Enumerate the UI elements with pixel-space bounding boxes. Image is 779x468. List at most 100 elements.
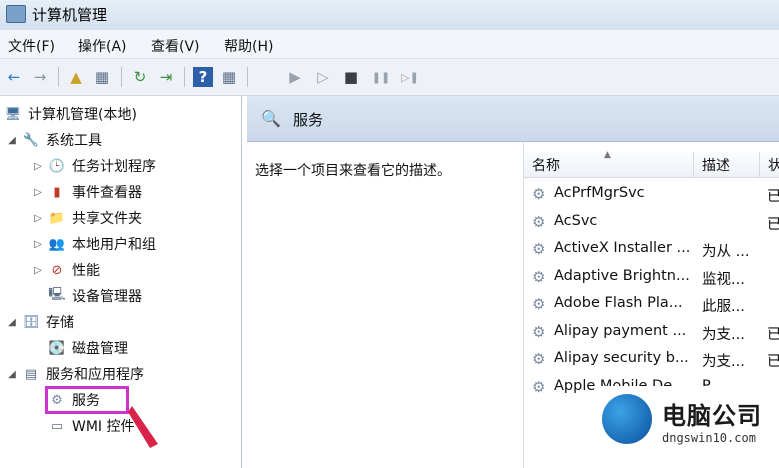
export-list-icon[interactable]: ⇥ (156, 67, 176, 87)
table-row[interactable]: ⚙ Adobe Flash Pla... 此服... (524, 290, 779, 317)
column-header-status[interactable]: 状 (760, 152, 779, 178)
title-bar: 计算机管理 (0, 0, 779, 30)
table-row[interactable]: ⚙ AcSvc 已 (524, 208, 779, 235)
search-icon: 🔍 (261, 109, 281, 128)
back-icon[interactable]: ← (4, 67, 24, 87)
tree-item-label: 服务和应用程序 (46, 367, 144, 383)
service-status: 已 (767, 189, 779, 205)
start-service-icon[interactable]: ▶ (285, 67, 305, 87)
event-viewer-icon: ▮ (53, 184, 61, 200)
table-row[interactable]: ⚙ Alipay security b... 为支... 已 (524, 345, 779, 372)
tree-item-root[interactable]: 🖥 计算机管理(本地) (4, 103, 137, 125)
storage-icon: 🗄 (22, 314, 40, 330)
gear-icon: ⚙ (532, 212, 546, 231)
menu-help[interactable]: 帮助(H) (224, 36, 273, 56)
tools-icon: 🔧 (22, 132, 40, 148)
tree-item-label: 事件查看器 (72, 185, 142, 201)
tree-item-event-viewer[interactable]: ▷ ▮ 事件查看器 (32, 181, 142, 203)
computer-management-icon (6, 5, 26, 23)
column-header-label: 描述 (702, 157, 730, 174)
watermark: 电脑公司 dngswin10.com (598, 386, 779, 468)
properties-icon[interactable]: ▦ (219, 67, 239, 87)
tree-item-label: WMI 控件 (72, 419, 135, 435)
stop-service-icon[interactable]: ■ (341, 67, 361, 87)
service-status: 已 (767, 326, 779, 343)
restart-service-icon[interactable]: ▷❚ (400, 67, 420, 87)
tree-item-label: 设备管理器 (72, 289, 142, 305)
toolbar-separator (58, 67, 59, 87)
forward-icon[interactable]: → (30, 67, 50, 87)
tree-item-system-tools[interactable]: ◢ 🔧 系统工具 (6, 129, 102, 151)
menu-action[interactable]: 操作(A) (78, 36, 127, 56)
column-header-label: 状 (768, 157, 779, 174)
collapsed-arrow-icon[interactable]: ▷ (32, 161, 44, 172)
toolbar-separator (247, 67, 248, 87)
start-service-alt-icon[interactable]: ▷ (313, 67, 333, 87)
tree-item-label: 系统工具 (46, 133, 102, 149)
services-apps-icon: ▤ (24, 366, 38, 382)
table-row[interactable]: ⚙ AcPrfMgrSvc 已 (524, 180, 779, 207)
toolbar-separator (184, 67, 185, 87)
table-row[interactable]: ⚙ Adaptive Brightn... 监视... (524, 263, 779, 290)
expanded-arrow-icon[interactable]: ◢ (6, 317, 18, 328)
column-header-label: 名称 (532, 157, 560, 174)
service-name: Alipay payment ... (554, 322, 687, 339)
up-folder-icon[interactable]: ▲ (66, 67, 86, 87)
service-description: 监视... (702, 271, 745, 288)
window-title: 计算机管理 (32, 6, 108, 24)
tree-item-storage[interactable]: ◢ 🗄 存储 (6, 311, 74, 333)
windows-logo-icon (602, 394, 652, 444)
tree-item-disk-management[interactable]: 💽 磁盘管理 (48, 337, 128, 359)
refresh-icon[interactable]: ↻ (130, 67, 150, 87)
pause-service-icon[interactable]: ❚❚ (371, 67, 391, 87)
menu-view[interactable]: 查看(V) (151, 36, 200, 56)
tree-item-task-scheduler[interactable]: ▷ 🕒 任务计划程序 (32, 155, 156, 177)
gear-icon: ⚙ (532, 185, 546, 203)
tree-item-performance[interactable]: ▷ ⊘ 性能 (32, 259, 100, 281)
expanded-arrow-icon[interactable]: ◢ (6, 369, 18, 380)
tree-item-label: 本地用户和组 (72, 237, 156, 253)
gear-icon: ⚙ (532, 240, 546, 258)
tree-item-services-apps[interactable]: ◢ ▤ 服务和应用程序 (6, 363, 144, 385)
menu-file[interactable]: 文件(F) (8, 36, 55, 56)
services-header: 🔍 服务 (247, 96, 779, 142)
tree-item-label: 共享文件夹 (72, 211, 142, 227)
computer-icon: 🖥 (4, 106, 22, 122)
menu-bar: 文件(F) 操作(A) 查看(V) 帮助(H) (0, 30, 779, 59)
column-header-description[interactable]: 描述 (694, 152, 760, 178)
collapsed-arrow-icon[interactable]: ▷ (32, 187, 44, 198)
help-icon[interactable]: ? (193, 67, 213, 87)
tree-item-wmi[interactable]: ▭ WMI 控件 (48, 415, 135, 437)
service-status: 已 (767, 216, 779, 233)
description-pane: 选择一个项目来查看它的描述。 (247, 142, 515, 468)
tree-item-label: 计算机管理(本地) (28, 107, 137, 123)
expanded-arrow-icon[interactable]: ◢ (6, 135, 18, 146)
collapsed-arrow-icon[interactable]: ▷ (32, 265, 44, 276)
tree-item-shared-folders[interactable]: ▷ 📁 共享文件夹 (32, 207, 142, 229)
service-description: 为支... (702, 326, 745, 343)
tree-item-device-manager[interactable]: 🖳 设备管理器 (48, 285, 142, 307)
gear-icon: ⚙ (532, 377, 546, 396)
collapsed-arrow-icon[interactable]: ▷ (32, 239, 44, 250)
table-row[interactable]: ⚙ Alipay payment ... 为支... 已 (524, 318, 779, 345)
service-description: 为从 ... (702, 244, 750, 260)
show-hide-tree-icon[interactable]: ▦ (92, 67, 112, 87)
tree-item-label: 任务计划程序 (72, 159, 156, 175)
toolbar-separator (121, 67, 122, 87)
watermark-text: 电脑公司 (662, 402, 762, 430)
wmi-icon: ▭ (50, 418, 64, 434)
tree-item-label: 存储 (46, 315, 74, 331)
disk-icon: 💽 (48, 340, 66, 356)
service-name: AcPrfMgrSvc (554, 185, 645, 201)
tree-item-local-users[interactable]: ▷ 👥 本地用户和组 (32, 233, 156, 255)
collapsed-arrow-icon[interactable]: ▷ (32, 213, 44, 224)
users-icon: 👥 (48, 236, 66, 252)
gear-icon: ⚙ (532, 322, 546, 341)
gear-icon: ⚙ (532, 267, 546, 286)
table-row[interactable]: ⚙ ActiveX Installer ... 为从 ... (524, 235, 779, 262)
column-header-name[interactable]: 名称 ▲ (524, 150, 694, 178)
service-name: Alipay security b... (554, 350, 689, 366)
tree-item-label: 磁盘管理 (72, 341, 128, 357)
service-description: 为支... (702, 354, 745, 370)
description-text: 选择一个项目来查看它的描述。 (255, 163, 451, 179)
